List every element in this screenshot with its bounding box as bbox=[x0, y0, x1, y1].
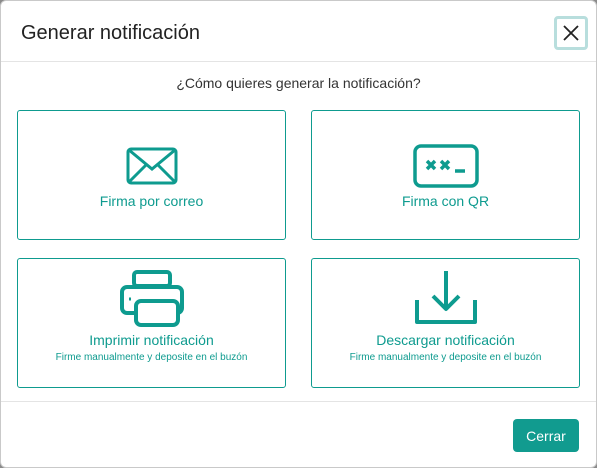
close-dialog-button[interactable] bbox=[554, 16, 588, 50]
download-icon bbox=[312, 267, 579, 325]
option-download-notification[interactable]: Descargar notificación Firme manualmente… bbox=[311, 258, 580, 388]
qr-code-icon bbox=[312, 144, 579, 188]
dialog-title: Generar notificación bbox=[21, 22, 200, 44]
envelope-icon bbox=[18, 147, 285, 185]
close-icon bbox=[563, 25, 579, 41]
dialog-footer: Cerrar bbox=[1, 401, 596, 467]
dialog-header: Generar notificación bbox=[1, 1, 596, 62]
option-email-signature[interactable]: Firma por correo bbox=[17, 110, 286, 240]
option-print-notification[interactable]: Imprimir notificación Firme manualmente … bbox=[17, 258, 286, 388]
option-print-sublabel: Firme manualmente y deposite en el buzón bbox=[55, 352, 248, 363]
option-print-label: Imprimir notificación bbox=[89, 332, 214, 348]
printer-icon bbox=[18, 269, 285, 327]
option-download-label: Descargar notificación bbox=[376, 332, 515, 348]
option-qr-signature[interactable]: Firma con QR bbox=[311, 110, 580, 240]
generate-notification-dialog: Generar notificación ¿Cómo quieres gener… bbox=[0, 0, 597, 468]
option-qr-label: Firma con QR bbox=[401, 193, 490, 209]
option-download-sublabel: Firme manualmente y deposite en el buzón bbox=[349, 352, 542, 363]
cancel-button[interactable]: Cerrar bbox=[513, 419, 579, 452]
option-email-label: Firma por correo bbox=[99, 193, 204, 209]
dialog-question: ¿Cómo quieres generar la notificación? bbox=[176, 75, 421, 91]
